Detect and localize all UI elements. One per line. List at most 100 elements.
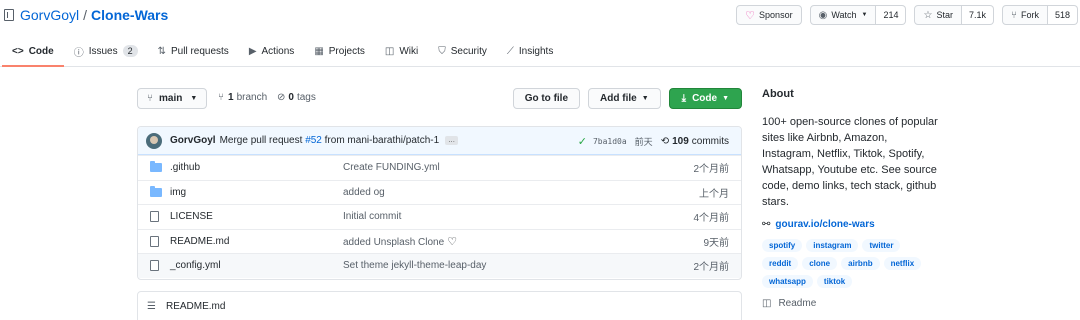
tag-icon: ⊘ bbox=[277, 92, 286, 103]
check-icon[interactable]: ✓ bbox=[578, 135, 587, 148]
history-icon: ⟲ bbox=[660, 135, 670, 147]
commits-label: commits bbox=[691, 135, 729, 147]
fork-count[interactable]: 518 bbox=[1047, 5, 1078, 25]
file-icon bbox=[150, 211, 159, 223]
website-link[interactable]: ⚯ gourav.io/clone-wars bbox=[762, 219, 972, 230]
tab-insights[interactable]: ⟋ Insights bbox=[497, 36, 563, 66]
tab-label: Wiki bbox=[399, 45, 419, 57]
file-age: 上个月 bbox=[699, 188, 729, 200]
add-file-label: Add file bbox=[600, 93, 637, 104]
heart-outline-icon: ♡ bbox=[447, 235, 458, 248]
tags-link[interactable]: ⊘ 0 tags bbox=[277, 92, 316, 103]
table-row[interactable]: _config.yml Set theme jekyll-theme-leap-… bbox=[138, 253, 741, 278]
file-name-link[interactable]: .github bbox=[170, 162, 200, 173]
commit-message-link[interactable]: Set theme jekyll-theme-leap-day bbox=[343, 260, 486, 271]
add-file-button[interactable]: Add file ▼ bbox=[588, 88, 661, 109]
expand-commit-button[interactable]: … bbox=[445, 136, 459, 145]
download-icon: ⤓ bbox=[681, 93, 687, 104]
commits-count: 109 bbox=[672, 135, 689, 147]
topic-tag[interactable]: netflix bbox=[883, 257, 922, 270]
branches-link[interactable]: ⑂ 1 branch bbox=[218, 92, 267, 103]
commit-sha-link[interactable]: 7ba1d0a bbox=[593, 137, 627, 146]
star-label: Star bbox=[936, 10, 953, 20]
topic-tag[interactable]: airbnb bbox=[841, 257, 880, 270]
tab-wiki[interactable]: ◫ Wiki bbox=[375, 36, 428, 66]
commit-message-link[interactable]: Initial commit bbox=[343, 211, 401, 222]
tab-pull-requests[interactable]: ⇅ Pull requests bbox=[148, 36, 239, 66]
repo-name-link[interactable]: Clone-Wars bbox=[91, 7, 168, 23]
eye-icon: ◉ bbox=[818, 9, 828, 21]
project-icon: ▦ bbox=[314, 45, 324, 57]
tab-actions[interactable]: ▶ Actions bbox=[239, 36, 305, 66]
table-row[interactable]: img added og 上个月 bbox=[138, 179, 741, 205]
commit-message: Merge pull request #52 from mani-barathi… bbox=[220, 135, 440, 146]
topic-tag[interactable]: whatsapp bbox=[762, 275, 813, 288]
about-heading: About bbox=[762, 88, 794, 100]
fork-button[interactable]: ⑂ Fork bbox=[1001, 5, 1048, 25]
fork-label: Fork bbox=[1020, 10, 1039, 20]
commit-message-link[interactable]: added Unsplash Clone ♡ bbox=[343, 235, 457, 248]
topic-tag[interactable]: spotify bbox=[762, 239, 803, 252]
topic-tag[interactable]: tiktok bbox=[816, 275, 853, 288]
topic-tag[interactable]: reddit bbox=[762, 257, 799, 270]
commit-msg-prefix: Merge pull request bbox=[219, 135, 303, 146]
tab-issues[interactable]: ⓘ Issues 2 bbox=[64, 36, 148, 66]
commit-message-link[interactable]: added og bbox=[343, 187, 385, 198]
tags-count: 0 bbox=[288, 92, 294, 103]
link-icon: ⚯ bbox=[762, 219, 771, 230]
branch-select-button[interactable]: ⑂ main ▼ bbox=[137, 88, 208, 109]
repo-header: GorvGoyl / Clone-Wars ♡ Sponsor ◉ Watch … bbox=[0, 0, 1080, 30]
file-name-link[interactable]: LICENSE bbox=[170, 211, 213, 222]
tab-projects[interactable]: ▦ Projects bbox=[304, 36, 375, 66]
sponsor-button[interactable]: ♡ Sponsor bbox=[736, 5, 802, 25]
watch-label: Watch bbox=[831, 10, 857, 20]
file-name-link[interactable]: img bbox=[170, 187, 186, 198]
repo-title: GorvGoyl / Clone-Wars bbox=[4, 7, 168, 23]
topic-tag[interactable]: clone bbox=[802, 257, 838, 270]
star-button[interactable]: ☆ Star bbox=[914, 5, 962, 25]
issue-icon: ⓘ bbox=[73, 47, 84, 59]
watch-button[interactable]: ◉ Watch ▼ bbox=[809, 5, 877, 25]
tab-security[interactable]: ⛉ Security bbox=[428, 36, 497, 66]
table-row[interactable]: .github Create FUNDING.yml 2个月前 bbox=[138, 155, 741, 180]
file-age: 2个月前 bbox=[693, 262, 729, 274]
avatar[interactable] bbox=[146, 132, 162, 149]
topic-tag[interactable]: twitter bbox=[862, 239, 901, 252]
code-button[interactable]: ⤓ Code ▼ bbox=[668, 88, 742, 109]
file-age: 4个月前 bbox=[693, 213, 729, 225]
tab-label: Code bbox=[28, 45, 54, 57]
tab-label: Pull requests bbox=[171, 45, 229, 57]
code-icon: <> bbox=[12, 45, 24, 57]
star-icon: ☆ bbox=[923, 9, 933, 21]
repo-description: 100+ open-source clones of popular sites… bbox=[762, 116, 938, 208]
repo-actions: ♡ Sponsor ◉ Watch ▼ 214 ☆ Star 7.1k ⑂ Fo… bbox=[736, 5, 1078, 25]
star-count[interactable]: 7.1k bbox=[961, 5, 994, 25]
play-icon: ▶ bbox=[248, 45, 257, 57]
readme-panel: ☰ README.md bbox=[137, 291, 742, 320]
table-row[interactable]: README.md added Unsplash Clone ♡ 9天前 bbox=[138, 228, 741, 254]
sponsor-label: Sponsor bbox=[759, 10, 793, 20]
commit-msg-suffix: from mani-barathi/patch-1 bbox=[324, 135, 440, 146]
repo-owner-link[interactable]: GorvGoyl bbox=[20, 7, 79, 23]
commit-message-link[interactable]: Create FUNDING.yml bbox=[343, 162, 440, 173]
list-icon[interactable]: ☰ bbox=[147, 301, 156, 312]
topic-tag[interactable]: instagram bbox=[806, 239, 859, 252]
book-icon: ◫ bbox=[384, 45, 395, 57]
file-table: GorvGoyl Merge pull request #52 from man… bbox=[137, 126, 742, 280]
commit-author-link[interactable]: GorvGoyl bbox=[170, 135, 216, 146]
table-row[interactable]: LICENSE Initial commit 4个月前 bbox=[138, 204, 741, 229]
folder-icon bbox=[150, 161, 162, 173]
tab-code[interactable]: <> Code bbox=[2, 36, 64, 67]
tab-label: Insights bbox=[518, 45, 554, 57]
go-to-file-button[interactable]: Go to file bbox=[512, 88, 581, 109]
chevron-down-icon: ▼ bbox=[861, 12, 868, 18]
readme-link[interactable]: ◫ Readme bbox=[762, 298, 972, 309]
file-name-link[interactable]: README.md bbox=[170, 236, 229, 247]
commits-history-link[interactable]: ⟲ 109 commits bbox=[661, 136, 729, 147]
chevron-down-icon: ▼ bbox=[190, 95, 198, 102]
tags-label: tags bbox=[296, 92, 316, 103]
about-sidebar: About 100+ open-source clones of popular… bbox=[762, 88, 972, 309]
commit-pr-link[interactable]: #52 bbox=[305, 135, 322, 146]
watch-count[interactable]: 214 bbox=[876, 5, 907, 25]
file-name-link[interactable]: _config.yml bbox=[170, 260, 221, 271]
